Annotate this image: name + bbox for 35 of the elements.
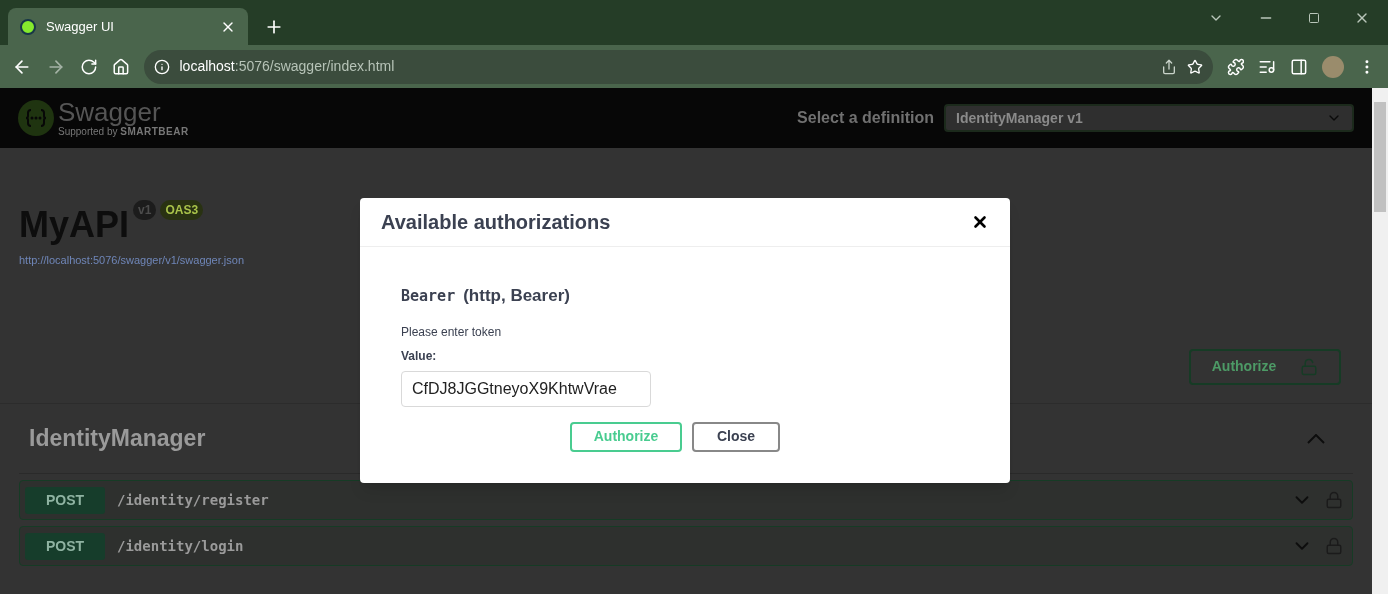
- reload-icon[interactable]: [79, 57, 98, 76]
- method-badge: POST: [25, 486, 105, 514]
- token-input-field[interactable]: CfDJ8JGGtneyoX9KhtwVrae: [401, 370, 651, 407]
- unlocked-icon: [1300, 357, 1319, 376]
- address-bar[interactable]: localhost:5076/swagger/index.html: [143, 49, 1213, 84]
- modal-title: Available authorizations: [381, 210, 612, 235]
- url-text: localhost:5076/swagger/index.html: [179, 57, 395, 76]
- scheme-name: Bearer: [401, 286, 456, 307]
- close-icon[interactable]: [971, 213, 989, 231]
- share-icon[interactable]: [1160, 58, 1177, 75]
- method-badge: POST: [25, 532, 105, 560]
- side-panel-icon[interactable]: [1290, 57, 1309, 76]
- close-button[interactable]: Close: [692, 421, 780, 452]
- definition-select[interactable]: IdentityManager v1: [944, 104, 1354, 132]
- extensions-icon[interactable]: [1226, 57, 1245, 76]
- maximize-icon[interactable]: [1308, 12, 1320, 24]
- swagger-favicon-icon: [20, 18, 36, 35]
- bookmark-star-icon[interactable]: [1186, 58, 1203, 75]
- scrollbar[interactable]: [1372, 88, 1388, 594]
- value-label: Value:: [401, 347, 438, 365]
- operation-path: /identity/register: [117, 490, 270, 510]
- browser-tab[interactable]: Swagger UI: [8, 8, 248, 45]
- operation-path: /identity/login: [117, 536, 245, 556]
- scheme-type: (http, Bearer): [463, 285, 570, 307]
- spec-badge: OAS3: [160, 200, 204, 220]
- token-hint: Please enter token: [401, 323, 503, 341]
- authorize-button[interactable]: Authorize: [1189, 348, 1341, 385]
- tab-title: Swagger UI: [46, 17, 115, 36]
- swagger-logo-icon: [18, 100, 54, 136]
- definition-label: Select a definition: [797, 108, 934, 128]
- info-icon[interactable]: [153, 58, 170, 75]
- operation-row[interactable]: POST /identity/register: [19, 480, 1353, 520]
- home-icon[interactable]: [111, 57, 130, 76]
- logo-tagline: Supported by SMARTBEAR: [58, 127, 189, 137]
- operation-row[interactable]: POST /identity/login: [19, 526, 1353, 566]
